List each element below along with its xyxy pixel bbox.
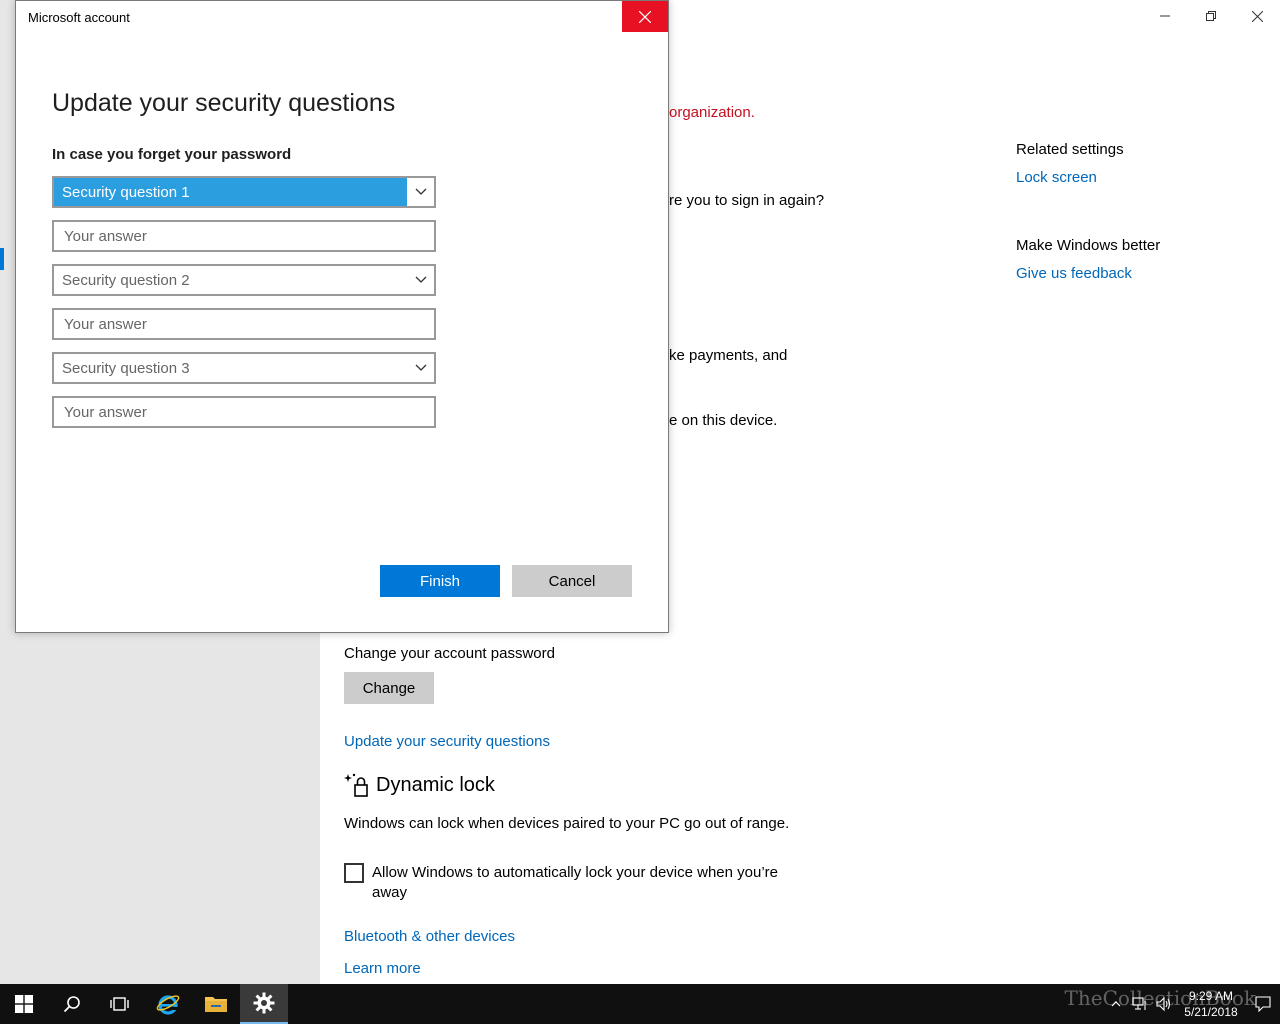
dynamic-lock-icon [344, 773, 368, 797]
restore-icon [1206, 11, 1216, 21]
security-question-2-select[interactable]: Security question 2 [52, 264, 436, 296]
security-question-3-select[interactable]: Security question 3 [52, 352, 436, 384]
security-question-1-select[interactable]: Security question 1 [52, 176, 436, 208]
close-icon [1251, 10, 1263, 22]
chevron-down-icon [408, 354, 434, 382]
lock-screen-link[interactable]: Lock screen [1016, 169, 1097, 186]
dialog-subheading: In case you forget your password [52, 146, 292, 163]
security-answer-2-input[interactable] [52, 308, 436, 340]
security-answer-1-input[interactable] [52, 220, 436, 252]
payments-text: ke payments, and [669, 347, 788, 364]
dynamic-lock-checkbox-label[interactable]: Allow Windows to automatically lock your… [372, 863, 802, 903]
dynamic-lock-checkbox[interactable] [344, 863, 364, 883]
settings-window-controls [1142, 0, 1280, 32]
security-question-2-label: Security question 2 [62, 271, 190, 289]
start-button[interactable] [0, 984, 48, 1024]
chevron-down-icon [408, 266, 434, 294]
change-password-button[interactable]: Change [344, 672, 434, 704]
dynamic-lock-header: Dynamic lock [344, 772, 495, 798]
taskbar-search-button[interactable] [48, 984, 96, 1024]
nav-selection-indicator [0, 248, 4, 270]
minimize-icon [1160, 15, 1170, 17]
security-question-1-label: Security question 1 [54, 178, 408, 206]
close-icon [639, 10, 651, 23]
related-settings-title: Related settings [1016, 141, 1124, 158]
notification-icon [1255, 996, 1271, 1012]
dialog-close-button[interactable] [622, 1, 668, 32]
make-windows-better-title: Make Windows better [1016, 237, 1161, 254]
watermark-text: TheCollectionBook [1064, 986, 1256, 1010]
change-password-label: Change your account password [344, 645, 555, 662]
taskbar: 9:29 AM 5/21/2018 TheCollectionBook [0, 984, 1280, 1024]
bluetooth-devices-link[interactable]: Bluetooth & other devices [344, 928, 515, 945]
dialog-window-title: Microsoft account [28, 10, 130, 25]
task-view-button[interactable] [96, 984, 144, 1024]
dynamic-lock-title: Dynamic lock [376, 773, 495, 796]
finish-button[interactable]: Finish [380, 565, 500, 597]
give-feedback-link[interactable]: Give us feedback [1016, 265, 1132, 282]
security-question-3-label: Security question 3 [62, 359, 190, 377]
search-icon [63, 996, 80, 1013]
internet-explorer-icon [156, 995, 180, 1015]
cancel-button[interactable]: Cancel [512, 565, 632, 597]
minimize-button[interactable] [1142, 0, 1188, 32]
task-view-icon [110, 997, 129, 1011]
signin-prompt-text: re you to sign in again? [669, 192, 825, 209]
update-security-questions-link[interactable]: Update your security questions [344, 733, 550, 750]
file-explorer-icon [205, 997, 227, 1012]
settings-gear-icon [253, 992, 275, 1014]
file-explorer-taskbar-button[interactable] [192, 984, 240, 1024]
learn-more-link[interactable]: Learn more [344, 960, 421, 977]
microsoft-account-dialog: Microsoft account Update your security q… [15, 0, 669, 633]
settings-taskbar-button[interactable] [240, 984, 288, 1024]
close-window-button[interactable] [1234, 0, 1280, 32]
org-warning-text: organization. [669, 104, 755, 121]
dynamic-lock-description: Windows can lock when devices paired to … [344, 815, 790, 832]
chevron-down-icon [408, 178, 434, 206]
security-answer-3-input[interactable] [52, 396, 436, 428]
dialog-heading: Update your security questions [52, 89, 396, 117]
device-text: e on this device. [669, 412, 778, 429]
windows-start-icon [15, 995, 33, 1013]
restore-button[interactable] [1188, 0, 1234, 32]
internet-explorer-taskbar-button[interactable] [144, 984, 192, 1024]
